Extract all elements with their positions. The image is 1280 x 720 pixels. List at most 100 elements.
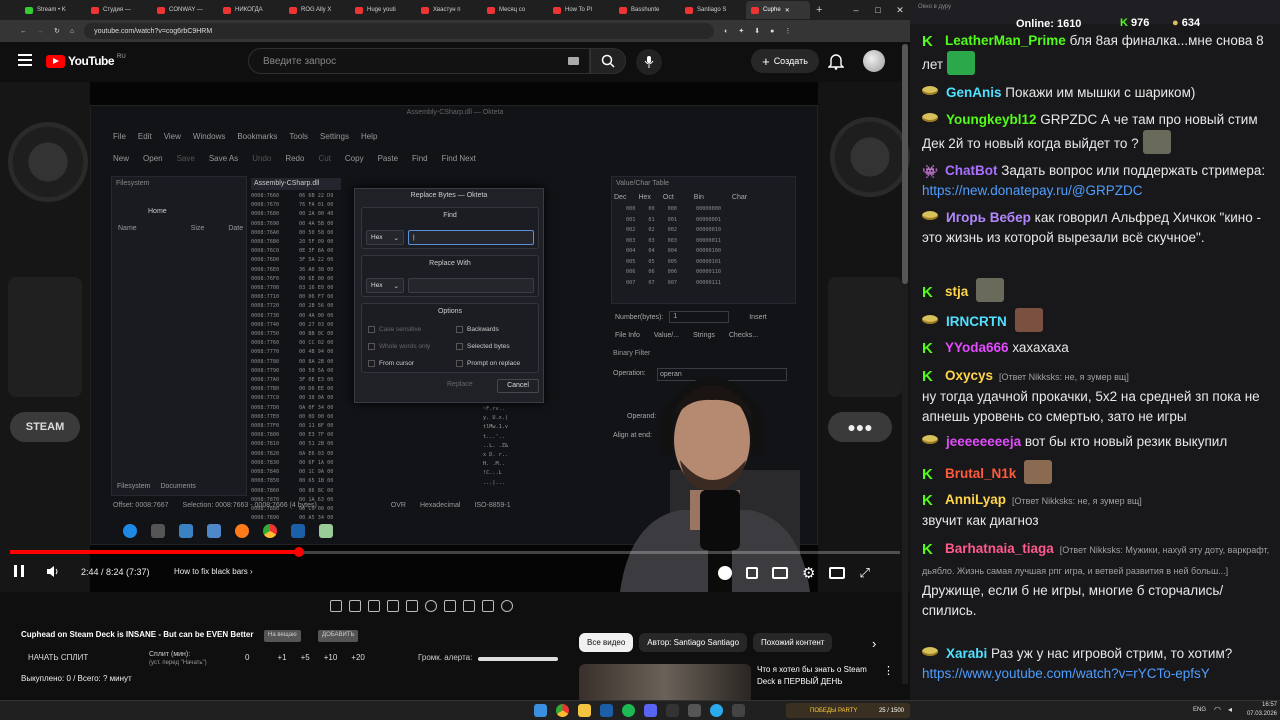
menu-icon[interactable]: ⋮ xyxy=(784,27,791,35)
settings-gear-icon[interactable]: ⚙ xyxy=(802,564,815,582)
status-badge[interactable]: На вещаю xyxy=(264,630,301,642)
loop-icon[interactable] xyxy=(330,600,342,612)
pip-icon[interactable] xyxy=(387,600,399,612)
screenshot-icon[interactable] xyxy=(463,600,475,612)
clip-icon[interactable] xyxy=(368,600,380,612)
create-button[interactable]: + Создать xyxy=(751,49,819,73)
url-field[interactable]: youtube.com/watch?v=cog6rbC9HRM xyxy=(84,23,715,39)
steam-taskbar-icon[interactable] xyxy=(600,704,613,717)
split-value-1[interactable]: +1 xyxy=(277,653,286,662)
split-value-5[interactable]: +5 xyxy=(301,653,310,662)
home-icon[interactable]: ⌂ xyxy=(70,28,74,35)
chat-username[interactable]: Xarabi xyxy=(946,646,987,661)
fullscreen-icon[interactable]: ⤢ xyxy=(859,565,869,581)
maximize-icon[interactable]: □ xyxy=(867,5,889,15)
chat-username[interactable]: Игорь Вебер xyxy=(946,210,1031,225)
page-scrollbar[interactable] xyxy=(902,44,908,684)
close-icon[interactable]: ✕ xyxy=(785,7,790,14)
chevron-right-icon[interactable]: › xyxy=(872,636,876,651)
speaker-icon[interactable]: ◂ xyxy=(1228,705,1232,714)
chat-username[interactable]: IRNCRTN xyxy=(946,314,1007,329)
notifications-bell-icon[interactable] xyxy=(827,52,845,75)
app2-taskbar-icon[interactable] xyxy=(732,704,745,717)
browser-tab[interactable]: НИКОГДА xyxy=(218,1,282,19)
chat-username[interactable]: ChatBot xyxy=(945,163,998,178)
browser-tab[interactable]: Huge youti xyxy=(350,1,414,19)
chat-username[interactable]: stja xyxy=(945,284,968,299)
minimize-icon[interactable]: – xyxy=(845,5,867,15)
forward-icon[interactable]: → xyxy=(37,28,44,35)
browser-tab[interactable]: Студия — xyxy=(86,1,150,19)
windows-start-icon[interactable] xyxy=(534,704,547,717)
split-value-0[interactable]: 0 xyxy=(245,653,249,662)
chat-username[interactable]: LeatherMan_Prime xyxy=(945,33,1066,48)
autoplay-icon[interactable] xyxy=(718,566,732,580)
app-taskbar-icon[interactable] xyxy=(688,704,701,717)
telegram-taskbar-icon[interactable] xyxy=(710,704,723,717)
alert-volume-slider[interactable] xyxy=(478,657,558,661)
keyboard-icon[interactable] xyxy=(568,57,579,65)
search-button[interactable] xyxy=(590,48,626,74)
wifi-icon[interactable]: ◠ xyxy=(1214,705,1221,714)
tab-author[interactable]: Автор: Santiago Santiago xyxy=(639,633,748,652)
new-tab-icon[interactable]: + xyxy=(816,4,822,16)
kick-party-widget[interactable]: ПОБЕДЫ PARTY 25 / 1500 xyxy=(786,703,910,718)
theater-mode-icon[interactable] xyxy=(829,567,846,579)
browser-tab[interactable]: Santiago S xyxy=(680,1,744,19)
download-icon[interactable]: ⬇ xyxy=(754,27,760,35)
recommended-video-title[interactable]: Что я хотел бы знать о Steam Deck в ПЕРВ… xyxy=(757,664,882,688)
volume-button[interactable] xyxy=(46,565,60,583)
cinema-icon[interactable] xyxy=(406,600,418,612)
add-badge-button[interactable]: ДОБАВИТЬ xyxy=(318,630,359,642)
chat-link[interactable]: https://new.donatepay.ru/@GRPZDC xyxy=(922,183,1143,198)
split-value-20[interactable]: +20 xyxy=(351,653,365,662)
browser-tab[interactable]: Basshunte xyxy=(614,1,678,19)
chat-username[interactable]: jeeeeeeeeja xyxy=(946,434,1021,449)
explorer-taskbar-icon[interactable] xyxy=(578,704,591,717)
browser-tab[interactable]: Stream • K xyxy=(20,1,84,19)
search-input[interactable]: Введите запрос xyxy=(248,48,590,74)
reload-icon[interactable]: ↻ xyxy=(54,27,60,35)
start-split-button[interactable]: НАЧАТЬ СПЛИТ xyxy=(28,653,88,662)
subtitles-icon[interactable] xyxy=(772,567,788,579)
chapter-button[interactable]: How to fix black bars › xyxy=(174,567,253,576)
chat-link[interactable]: https://www.youtube.com/watch?v=rYCTo-ep… xyxy=(922,666,1210,681)
extension-icon[interactable]: ◐ xyxy=(724,28,728,35)
audio-icon[interactable] xyxy=(349,600,361,612)
chat-username[interactable]: Oxycys xyxy=(945,368,993,383)
browser-tab-active[interactable]: Cuphe ✕ xyxy=(746,1,810,19)
browser-tab[interactable]: How To Pl xyxy=(548,1,612,19)
miniplayer-icon[interactable] xyxy=(746,567,758,579)
tab-similar[interactable]: Похожий контент xyxy=(753,633,833,652)
discord-taskbar-icon[interactable] xyxy=(644,704,657,717)
pause-button[interactable] xyxy=(14,565,24,577)
browser-tab[interactable]: Месяц со xyxy=(482,1,546,19)
back-icon[interactable]: ← xyxy=(20,28,27,35)
chat-username[interactable]: YYoda666 xyxy=(945,340,1009,355)
chat-username[interactable]: Barhatnaia_tiaga xyxy=(945,541,1054,556)
speed-icon[interactable] xyxy=(425,600,437,612)
youtube-logo[interactable]: YouTube RU xyxy=(46,54,126,68)
chat-username[interactable]: AnniLyap xyxy=(945,492,1006,507)
filter-icon[interactable] xyxy=(444,600,456,612)
spotify-taskbar-icon[interactable] xyxy=(622,704,635,717)
chrome-taskbar-icon[interactable] xyxy=(556,704,569,717)
more-options-icon[interactable]: ⋮ xyxy=(883,664,894,677)
browser-tab[interactable]: CONWAY — xyxy=(152,1,216,19)
chat-username[interactable]: Brutal_N1k xyxy=(945,466,1016,481)
language-indicator[interactable]: ENG xyxy=(1193,707,1206,713)
voice-search-button[interactable] xyxy=(636,49,662,75)
obs-taskbar-icon[interactable] xyxy=(666,704,679,717)
chat-username[interactable]: Youngkeybl12 xyxy=(946,112,1037,127)
chat-username[interactable]: GenAnis xyxy=(946,85,1002,100)
close-window-icon[interactable]: ✕ xyxy=(889,5,911,16)
browser-tab[interactable]: Хвастун п xyxy=(416,1,480,19)
puzzle-icon[interactable]: ✦ xyxy=(738,27,744,35)
tab-all-videos[interactable]: Все видео xyxy=(579,633,634,652)
flask-icon[interactable] xyxy=(482,600,494,612)
hamburger-menu-icon[interactable] xyxy=(18,54,32,66)
avatar[interactable] xyxy=(863,50,885,72)
system-clock[interactable]: 16:57 07.03.2026 xyxy=(1243,700,1277,719)
split-value-10[interactable]: +10 xyxy=(324,653,338,662)
profile-icon[interactable]: ● xyxy=(770,28,774,35)
